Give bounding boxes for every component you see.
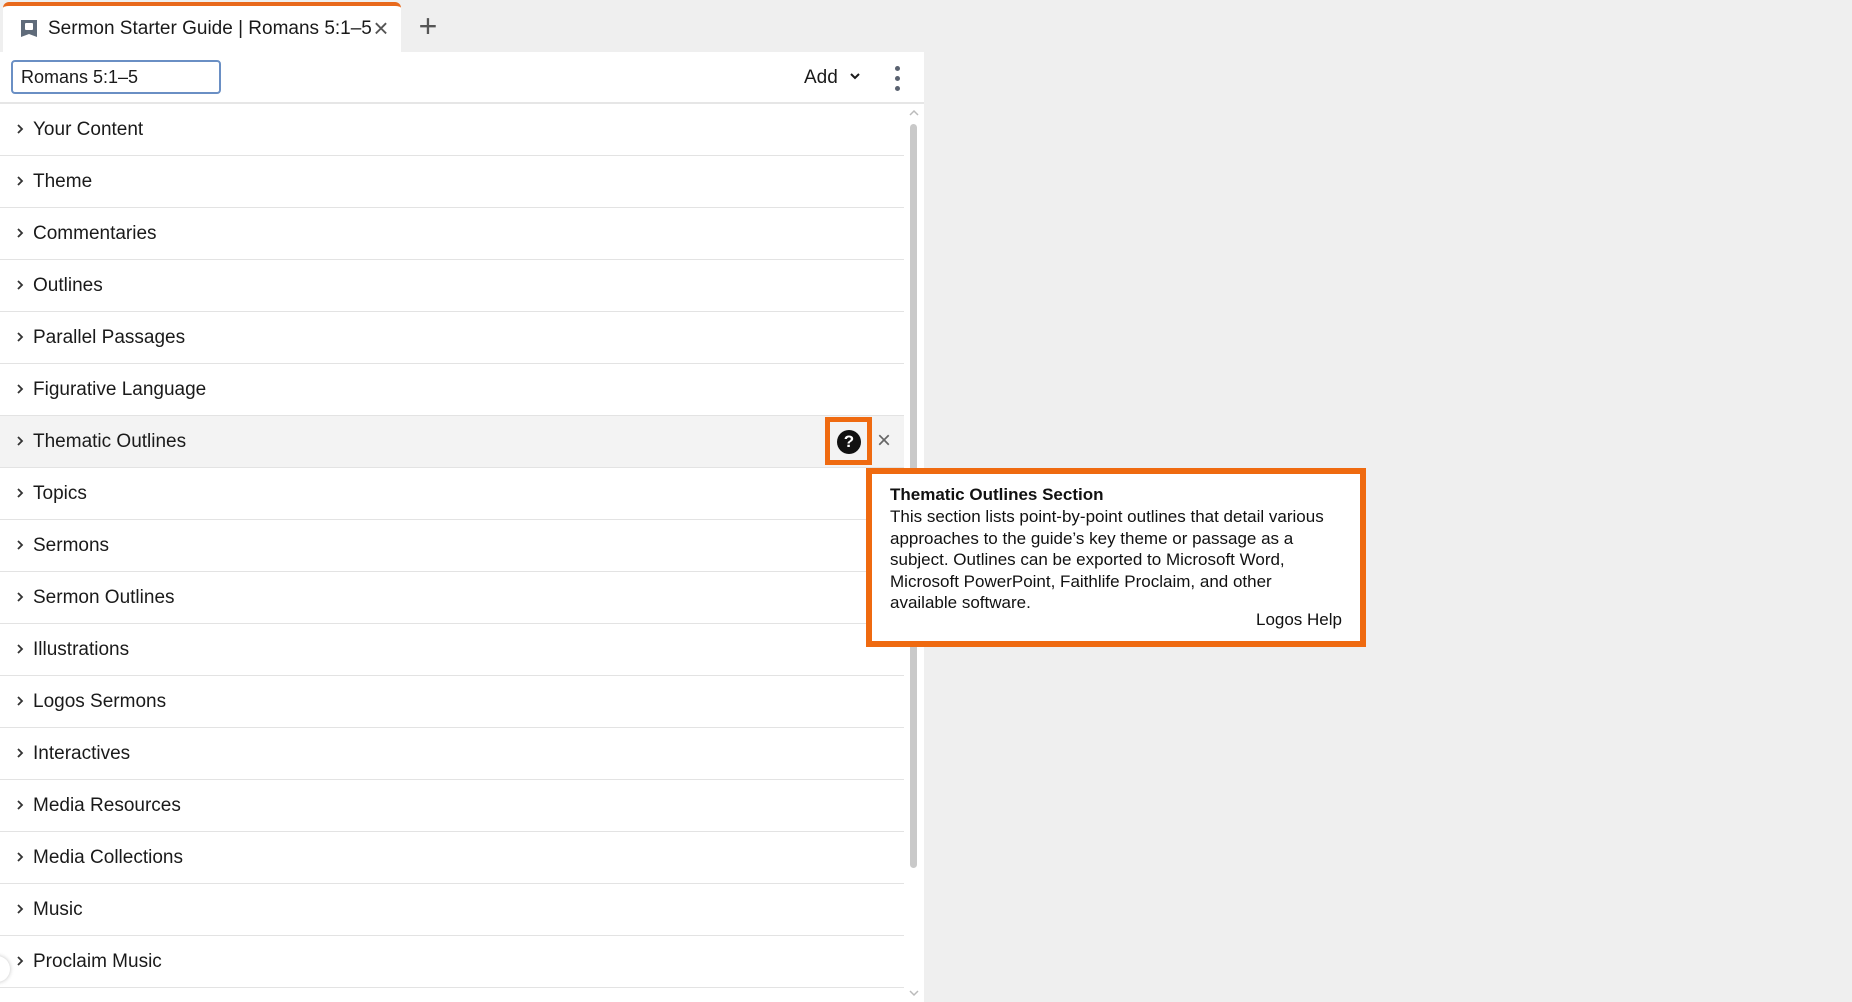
section-row[interactable]: Outlines <box>0 260 904 312</box>
section-row[interactable]: Media Collections <box>0 832 904 884</box>
section-row[interactable]: Theme <box>0 156 904 208</box>
chevron-right-icon[interactable] <box>13 848 27 866</box>
section-row[interactable]: Sermon Outlines <box>0 572 904 624</box>
guide-icon <box>21 20 37 37</box>
section-row[interactable]: Logos Sermons <box>0 676 904 728</box>
tab-bar: Sermon Starter Guide | Romans 5:1–5 × + <box>0 0 1852 52</box>
section-row[interactable]: Thematic Outlines? × <box>0 416 904 468</box>
chevron-right-icon[interactable] <box>13 692 27 710</box>
chevron-right-icon[interactable] <box>13 588 27 606</box>
remove-section-icon[interactable]: × <box>873 428 895 454</box>
section-row[interactable]: Proclaim Music <box>0 936 904 988</box>
section-row[interactable]: Sermons <box>0 520 904 572</box>
section-row[interactable]: Topics <box>0 468 904 520</box>
section-label: Outlines <box>33 275 103 296</box>
section-label: Theme <box>33 171 93 192</box>
section-row[interactable]: Your Content <box>0 104 904 156</box>
chevron-right-icon[interactable] <box>13 952 27 970</box>
scroll-up-icon[interactable] <box>908 108 920 118</box>
chevron-right-icon[interactable] <box>13 484 27 502</box>
tab-title: Sermon Starter Guide | Romans 5:1–5 <box>48 18 372 39</box>
help-highlight: ? <box>825 417 872 465</box>
add-button[interactable]: Add <box>804 63 861 93</box>
section-row[interactable]: Media Resources <box>0 780 904 832</box>
close-tab-icon[interactable]: × <box>369 15 393 41</box>
section-label: Sermons <box>33 535 110 556</box>
chevron-right-icon[interactable] <box>13 900 27 918</box>
section-label: Sermon Outlines <box>33 587 175 608</box>
section-label: Illustrations <box>33 639 130 660</box>
tooltip-body: This section lists point-by-point outlin… <box>890 507 1324 612</box>
section-label: Interactives <box>33 743 131 764</box>
section-label: Proclaim Music <box>33 951 162 972</box>
section-label: Parallel Passages <box>33 327 186 348</box>
section-list: Your Content Theme Commentaries Outlines Par… <box>0 104 904 1002</box>
chevron-right-icon[interactable] <box>13 172 27 190</box>
chevron-right-icon[interactable] <box>13 640 27 658</box>
guide-toolbar: Add <box>0 52 924 104</box>
add-button-label: Add <box>804 67 838 88</box>
chevron-right-icon[interactable] <box>13 328 27 346</box>
new-tab-button[interactable]: + <box>413 10 443 42</box>
chevron-right-icon[interactable] <box>13 744 27 762</box>
more-options-icon[interactable] <box>884 62 910 94</box>
scroll-down-icon[interactable] <box>908 988 920 998</box>
chevron-right-icon[interactable] <box>13 276 27 294</box>
chevron-down-icon <box>850 73 860 80</box>
section-row[interactable]: Figurative Language <box>0 364 904 416</box>
chevron-right-icon[interactable] <box>13 380 27 398</box>
tab-sermon-starter-guide[interactable]: Sermon Starter Guide | Romans 5:1–5 × <box>3 2 401 52</box>
chevron-right-icon[interactable] <box>13 224 27 242</box>
section-help-tooltip: Thematic Outlines Section This section l… <box>866 468 1366 647</box>
section-label: Media Collections <box>33 847 183 868</box>
chevron-right-icon[interactable] <box>13 796 27 814</box>
section-label: Music <box>33 899 83 920</box>
chevron-right-icon[interactable] <box>13 536 27 554</box>
section-label: Topics <box>33 483 87 504</box>
section-label: Logos Sermons <box>33 691 167 712</box>
tooltip-title: Thematic Outlines Section <box>890 485 1104 504</box>
section-row[interactable]: Parallel Passages <box>0 312 904 364</box>
section-row[interactable]: Interactives <box>0 728 904 780</box>
section-row[interactable]: Illustrations <box>0 624 904 676</box>
help-icon[interactable]: ? <box>837 430 861 454</box>
logos-help-link[interactable]: Logos Help <box>1256 609 1342 631</box>
chevron-right-icon[interactable] <box>13 120 27 138</box>
section-label: Media Resources <box>33 795 181 816</box>
section-label: Commentaries <box>33 223 157 244</box>
section-row[interactable]: Commentaries <box>0 208 904 260</box>
section-label: Thematic Outlines <box>33 431 187 452</box>
reference-input[interactable] <box>11 60 221 94</box>
chevron-right-icon[interactable] <box>13 432 27 450</box>
section-row[interactable]: Music <box>0 884 904 936</box>
guide-panel: Add Your Content Theme Commentaries Outline… <box>0 52 924 1002</box>
section-label: Figurative Language <box>33 379 207 400</box>
section-label: Your Content <box>33 119 144 140</box>
